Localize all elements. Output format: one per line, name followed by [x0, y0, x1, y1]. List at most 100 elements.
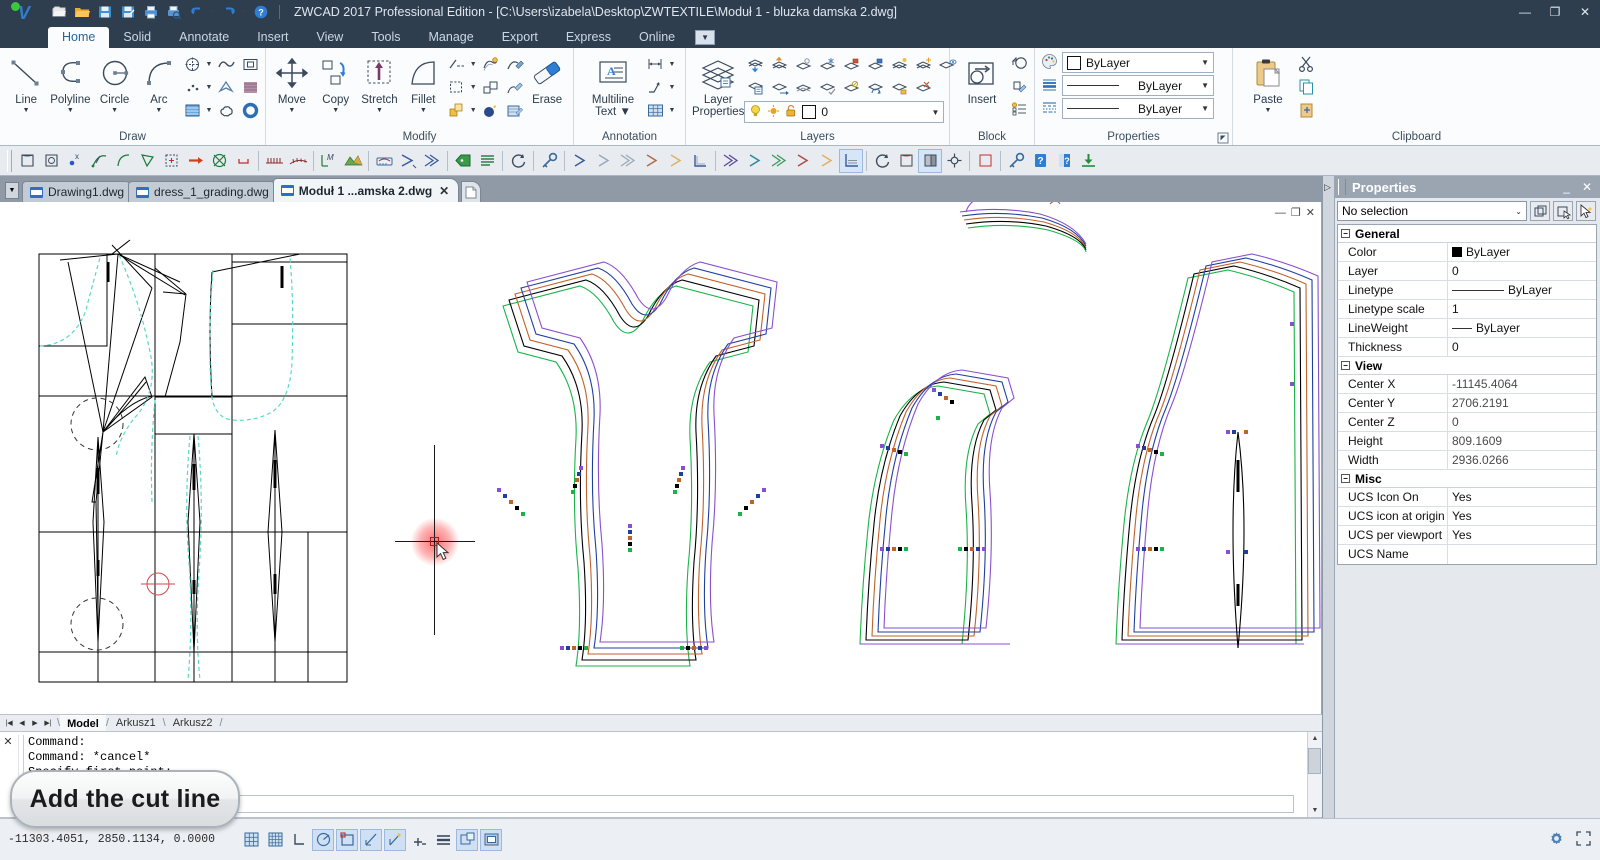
property-value-cell[interactable]: ByLayer: [1448, 281, 1596, 299]
scroll-up-icon[interactable]: ▲: [1312, 732, 1319, 745]
info-icon[interactable]: ?: [1028, 149, 1052, 173]
color-palette-icon[interactable]: [1041, 53, 1058, 73]
quick-access-toolbar[interactable]: ▼ ▼ ?: [48, 1, 286, 23]
h2-icon[interactable]: [743, 149, 767, 173]
region-icon[interactable]: [239, 53, 261, 75]
arc-caret[interactable]: ▼: [155, 107, 162, 114]
refresh-icon[interactable]: [870, 149, 894, 173]
property-row-width[interactable]: Width 2936.0266: [1338, 451, 1596, 470]
layer-merge-icon[interactable]: [888, 76, 910, 98]
toolbar-grip[interactable]: [7, 149, 12, 172]
palette-collapse-strip[interactable]: ▷: [1323, 176, 1335, 818]
tab-express[interactable]: Express: [552, 27, 625, 48]
insert-block-button[interactable]: Insert: [956, 51, 1008, 106]
layer-uniso-icon[interactable]: [912, 53, 934, 75]
selection-combo[interactable]: No selection ⌄: [1337, 201, 1527, 221]
tab-online[interactable]: Online: [625, 27, 689, 48]
grade-arrows-icon[interactable]: [420, 149, 444, 173]
explode-icon[interactable]: [445, 99, 467, 121]
circle-button[interactable]: Circle ▼: [93, 51, 137, 114]
copy-button[interactable]: Copy ▼: [314, 51, 358, 114]
h3-icon[interactable]: [767, 149, 791, 173]
plot-icon[interactable]: [140, 1, 162, 23]
circle-caret[interactable]: ▼: [111, 107, 118, 114]
tab-view[interactable]: View: [302, 27, 357, 48]
lineweight-status-icon[interactable]: [432, 829, 454, 851]
maximize-button[interactable]: ❐: [1540, 0, 1570, 24]
hatch-icon[interactable]: [181, 99, 203, 121]
save-icon[interactable]: [94, 1, 116, 23]
help-blue-icon[interactable]: ?: [1052, 149, 1076, 173]
move-caret[interactable]: ▼: [288, 107, 295, 114]
toggle-pickadd-icon[interactable]: [1530, 201, 1550, 221]
download-icon[interactable]: [1076, 149, 1100, 173]
fillet-caret[interactable]: ▼: [420, 107, 427, 114]
color-combo[interactable]: ByLayer ▼: [1062, 52, 1214, 73]
model-space-icon[interactable]: [480, 828, 502, 851]
plot-preview-icon[interactable]: [163, 1, 185, 23]
polar-icon[interactable]: [312, 828, 334, 851]
collapse-icon[interactable]: −: [1341, 361, 1350, 370]
donut-icon[interactable]: [239, 99, 261, 121]
layer-selector[interactable]: 0 ▼: [744, 101, 945, 123]
quick-select-icon[interactable]: [1576, 201, 1596, 221]
undo-dropdown-caret[interactable]: ▼: [209, 9, 217, 16]
trim-icon[interactable]: [445, 53, 467, 75]
property-value[interactable]: 1: [1448, 300, 1596, 318]
paste-caret[interactable]: ▼: [1265, 107, 1272, 114]
ribbon-tab-strip[interactable]: Home Solid Annotate Insert View Tools Ma…: [0, 24, 1600, 48]
point-caret[interactable]: ▼: [205, 84, 213, 91]
layer-previous-icon[interactable]: [792, 76, 814, 98]
tab-manage[interactable]: Manage: [415, 27, 488, 48]
g3-icon[interactable]: [616, 149, 640, 173]
collapse-icon[interactable]: −: [1341, 474, 1350, 483]
property-value-cell[interactable]: ByLayer: [1448, 243, 1596, 261]
drawing-canvas[interactable]: — ❐ ✕: [0, 202, 1322, 714]
property-row-center-x[interactable]: Center X -11145.4064: [1338, 375, 1596, 394]
target-icon[interactable]: [942, 149, 966, 173]
fullscreen-icon[interactable]: [1575, 830, 1592, 850]
tab-export[interactable]: Export: [488, 27, 552, 48]
rectangle-small-icon[interactable]: [231, 149, 255, 173]
layer-viewport-icon[interactable]: [840, 76, 862, 98]
line-button[interactable]: Line ▼: [4, 51, 48, 114]
ortho-icon[interactable]: [288, 829, 310, 851]
property-row-center-z[interactable]: Center Z 0: [1338, 413, 1596, 432]
tab-annotate[interactable]: Annotate: [165, 27, 243, 48]
block-b-icon[interactable]: [918, 148, 942, 173]
point-icon[interactable]: [181, 76, 203, 98]
linetype-combo[interactable]: ByLayer ▼: [1062, 98, 1214, 119]
property-value[interactable]: 0: [1448, 413, 1596, 431]
tab-solid[interactable]: Solid: [109, 27, 165, 48]
selection-dropdown-arrow[interactable]: ⌄: [1515, 207, 1522, 216]
lineweight-dropdown-arrow[interactable]: ▼: [1201, 81, 1209, 90]
layout-first-icon[interactable]: |◀: [3, 716, 15, 730]
layer-color-swatch[interactable]: [802, 105, 817, 119]
layout-next-icon[interactable]: ▶: [29, 716, 41, 730]
chevron-right-icon[interactable]: ▷: [1324, 182, 1331, 193]
ruler-icon[interactable]: [262, 149, 286, 173]
scale-icon[interactable]: [479, 76, 501, 98]
tab-home[interactable]: Home: [48, 27, 110, 48]
cross-circle-icon[interactable]: [207, 149, 231, 173]
explode-caret[interactable]: ▼: [469, 107, 477, 114]
layer-delete-icon[interactable]: [912, 76, 934, 98]
property-group-view[interactable]: − View: [1338, 357, 1596, 375]
hatch-caret[interactable]: ▼: [205, 107, 213, 114]
seam-icon[interactable]: [372, 149, 396, 173]
layout-nav-buttons[interactable]: |◀ ◀ ▶ ▶|: [0, 716, 57, 730]
key-icon[interactable]: [537, 149, 561, 173]
property-row-height[interactable]: Height 809.1609: [1338, 432, 1596, 451]
property-value[interactable]: Yes: [1448, 507, 1596, 525]
arrow-right-icon[interactable]: [183, 149, 207, 173]
chevron-down-icon[interactable]: ▼: [695, 30, 716, 45]
array-caret[interactable]: ▼: [469, 84, 477, 91]
palette-grip[interactable]: [1338, 179, 1346, 195]
create-block-icon[interactable]: [1008, 53, 1030, 75]
layer-unlock-icon[interactable]: [864, 53, 886, 75]
edit-block-icon[interactable]: [1008, 76, 1030, 98]
rotate-icon[interactable]: [506, 149, 530, 173]
quickprops-icon[interactable]: [456, 828, 478, 851]
dimension-linear-icon[interactable]: [644, 53, 666, 75]
minimize-button[interactable]: —: [1510, 0, 1540, 24]
